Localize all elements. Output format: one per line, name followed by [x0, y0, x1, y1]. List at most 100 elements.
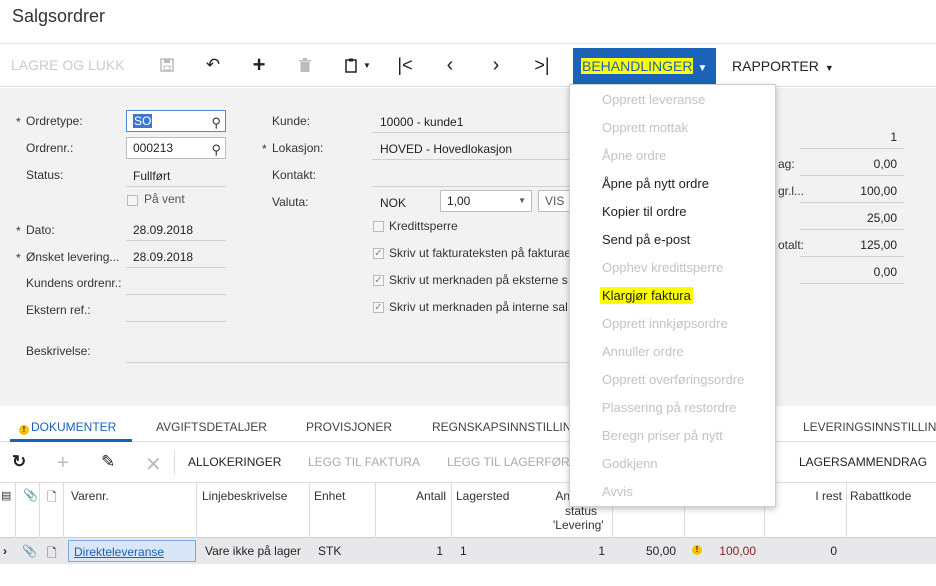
skriv-fakturatekst-checkbox[interactable]: ✓	[373, 248, 384, 259]
onsket-levering-label: Ønsket levering...	[26, 250, 120, 264]
paa-vent-checkbox[interactable]	[127, 195, 138, 206]
divider	[15, 483, 16, 538]
right-value-3: 100,00	[860, 184, 897, 198]
undo-icon[interactable]: ↶	[203, 55, 223, 75]
dato-input[interactable]: 28.09.2018	[133, 223, 193, 237]
ordretype-label: Ordretype:	[26, 114, 83, 128]
col-varenr[interactable]: Varenr.	[71, 489, 109, 503]
col-linjebeskrivelse[interactable]: Linjebeskrivelse	[202, 489, 306, 503]
divider	[800, 202, 904, 203]
add-row-icon[interactable]: +	[57, 452, 69, 475]
col-i-rest[interactable]: I rest	[780, 489, 842, 503]
menu-item-kopier-til-ordre[interactable]: Kopier til ordre	[602, 204, 687, 219]
valuta-value: NOK	[380, 196, 407, 210]
table-row[interactable]: › 📎 🗋 Direkteleveranse Vare ikke på lage…	[0, 538, 936, 564]
right-value-1: 1	[890, 130, 897, 144]
tab-avgiftsdetaljer[interactable]: AVGIFTSDETALJER	[156, 420, 267, 434]
menu-item-apne-pa-nytt-ordre[interactable]: Åpne på nytt ordre	[602, 176, 709, 191]
divider	[174, 451, 175, 475]
ordrenr-input[interactable]: 000213 ⚲	[126, 137, 226, 159]
allokeringer-button[interactable]: ALLOKERINGER	[188, 455, 281, 469]
menu-item-opprett-leveranse[interactable]: Opprett leveranse	[602, 92, 705, 107]
grid-header: ▤ 📎 🗋 Varenr. Linjebeskrivelse Enhet Ant…	[0, 483, 936, 538]
an-cell[interactable]: 1	[560, 544, 605, 558]
menu-item-godkjenn[interactable]: Godkjenn	[602, 456, 658, 471]
kundens-ordrenr-input[interactable]	[126, 294, 226, 295]
tab-leveringsinnstillinger[interactable]: LEVERINGSINNSTILLIN	[803, 420, 936, 434]
lokasjon-input[interactable]: HOVED - Hovedlokasjon	[380, 142, 512, 156]
note-icon[interactable]: 🗋	[47, 544, 57, 565]
kunde-input[interactable]: 10000 - kunde1	[380, 115, 463, 129]
first-record-icon[interactable]: |<	[395, 55, 415, 75]
belop-cell[interactable]: 100,00	[700, 544, 756, 558]
ordrenr-label: Ordrenr.:	[26, 141, 74, 155]
menu-item-klargjor-faktura[interactable]: Klargjør faktura	[600, 287, 693, 304]
copy-paste-icon[interactable]: ▼	[340, 55, 376, 75]
menu-item-opprett-mottak[interactable]: Opprett mottak	[602, 120, 688, 135]
delete-icon[interactable]	[295, 55, 315, 75]
status-value: Fullført	[133, 169, 171, 183]
tab-dokumenter-label: DOKUMENTER	[31, 420, 117, 434]
kurs-select[interactable]: 1,00 ▼	[440, 190, 532, 212]
skriv-interne-checkbox[interactable]: ✓	[373, 302, 384, 313]
tab-dokumenter[interactable]: ! DOKUMENTER	[19, 420, 117, 435]
col-lagersted[interactable]: Lagersted	[456, 489, 509, 503]
next-record-icon[interactable]: ›	[486, 54, 506, 76]
behandlinger-menu-button[interactable]: BEHANDLINGER ▼	[573, 48, 716, 85]
last-record-icon[interactable]: >|	[532, 55, 552, 75]
menu-item-opprett-innkjopsordre[interactable]: Opprett innkjøpsordre	[602, 316, 728, 331]
menu-item-opphev-kredittsperre[interactable]: Opphev kredittsperre	[602, 260, 723, 275]
linjebeskrivelse-cell[interactable]: Vare ikke på lager	[205, 544, 301, 558]
legg-til-faktura-button[interactable]: LEGG TIL FAKTURA	[308, 455, 420, 469]
search-icon[interactable]: ⚲	[211, 140, 221, 160]
legg-til-lagerforing-button[interactable]: LEGG TIL LAGERFØR	[447, 455, 570, 469]
ekstern-ref-input[interactable]	[126, 321, 226, 322]
menu-item-send-pa-epost[interactable]: Send på e-post	[602, 232, 690, 247]
tab-regnskapsinnstillinger[interactable]: REGNSKAPSINNSTILLIN	[432, 420, 571, 434]
grid-toolbar: ↻ + ✎ ✕ ALLOKERINGER LEGG TIL FAKTURA LE…	[0, 443, 936, 483]
save-close-button[interactable]: LAGRE OG LUKK	[11, 44, 125, 87]
skriv-eksterne-checkbox[interactable]: ✓	[373, 275, 384, 286]
beskrivelse-input[interactable]	[126, 362, 576, 363]
kredittsperre-checkbox[interactable]	[373, 221, 384, 232]
tab-provisjoner[interactable]: PROVISJONER	[306, 420, 392, 434]
save-icon[interactable]	[157, 55, 177, 75]
menu-item-beregn-priser-pa-nytt[interactable]: Beregn priser på nytt	[602, 428, 723, 443]
menu-item-avvis[interactable]: Avvis	[602, 484, 633, 499]
add-icon[interactable]: +	[249, 52, 269, 77]
divider	[800, 283, 904, 284]
col-enhet[interactable]: Enhet	[314, 489, 345, 503]
previous-record-icon[interactable]: ‹	[440, 54, 460, 76]
menu-item-annuller-ordre[interactable]: Annuller ordre	[602, 344, 684, 359]
dato-label: Dato:	[26, 223, 55, 237]
edit-icon[interactable]: ✎	[101, 452, 115, 472]
varenr-cell[interactable]: Direkteleveranse	[68, 540, 196, 562]
menu-item-plassering-pa-restordre[interactable]: Plassering på restordre	[602, 400, 736, 415]
refresh-icon[interactable]: ↻	[12, 452, 26, 472]
rapporter-menu-button[interactable]: RAPPORTER ▼	[732, 48, 834, 85]
col-rabattkode[interactable]: Rabattkode	[850, 489, 911, 503]
divider	[375, 483, 376, 538]
antall-cell[interactable]: 1	[380, 544, 443, 558]
col-antall[interactable]: Antall	[380, 489, 446, 503]
i-rest-cell[interactable]: 0	[780, 544, 837, 558]
title-bar: Salgsordrer	[0, 0, 936, 44]
delete-row-icon[interactable]: ✕	[145, 452, 162, 477]
enhet-cell[interactable]: STK	[318, 544, 341, 558]
varenr-link[interactable]: Direkteleveranse	[74, 545, 164, 559]
lagersted-cell[interactable]: 1	[460, 544, 467, 558]
onsket-levering-input[interactable]: 28.09.2018	[133, 250, 193, 264]
warning-icon: !	[19, 425, 29, 435]
right-value-2: 0,00	[873, 157, 897, 171]
menu-item-opprett-overforingsordre[interactable]: Opprett overføringsordre	[602, 372, 744, 387]
right-label-2: gr.l...	[778, 184, 805, 198]
col-an[interactable]: An	[540, 489, 570, 503]
menu-item-apne-ordre[interactable]: Åpne ordre	[602, 148, 666, 163]
kontakt-input[interactable]	[372, 186, 572, 187]
pris-cell[interactable]: 50,00	[620, 544, 676, 558]
search-icon[interactable]: ⚲	[211, 113, 221, 133]
lagersammendrag-button[interactable]: LAGERSAMMENDRAG	[799, 455, 927, 469]
ordretype-input[interactable]: SO ⚲	[126, 110, 226, 132]
attachment-icon[interactable]: 📎	[22, 544, 37, 558]
beskrivelse-label: Beskrivelse:	[26, 344, 91, 358]
